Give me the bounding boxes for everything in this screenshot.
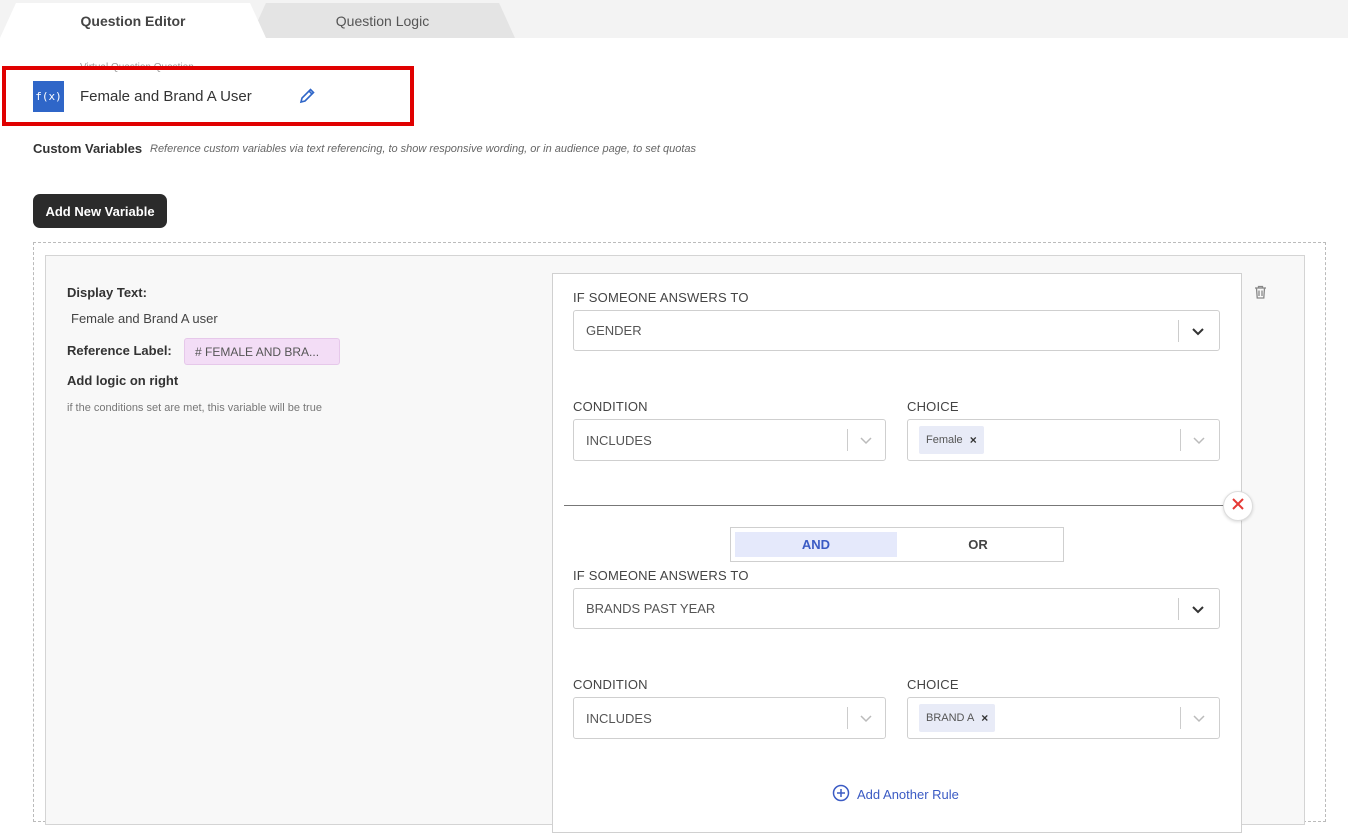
- rule-2-question-value: BRANDS PAST YEAR: [586, 601, 716, 616]
- custom-variables-hint: Reference custom variables via text refe…: [150, 143, 697, 155]
- rule-2-condition-select[interactable]: INCLUDES: [573, 697, 886, 739]
- or-option[interactable]: OR: [897, 532, 1059, 557]
- rule-2-question-select[interactable]: BRANDS PAST YEAR: [573, 588, 1220, 629]
- rule-1-question-select[interactable]: GENDER: [573, 310, 1220, 351]
- rule-1-question-value: GENDER: [586, 323, 642, 338]
- logic-hint: if the conditions set are met, this vari…: [67, 402, 322, 414]
- custom-variables-title: Custom Variables: [33, 141, 143, 156]
- rule-2-condition-label: CONDITION: [573, 677, 648, 692]
- chevron-down-icon: [1191, 432, 1207, 448]
- rule-1-condition-select[interactable]: INCLUDES: [573, 419, 886, 461]
- chevron-down-icon: [858, 432, 874, 448]
- remove-chip-icon[interactable]: ×: [981, 711, 988, 725]
- plus-circle-icon: [832, 784, 850, 805]
- chevron-down-icon: [1191, 710, 1207, 726]
- and-or-toggle: AND OR: [730, 527, 1064, 562]
- rule-1-choice-label: CHOICE: [907, 399, 959, 414]
- tab-question-logic[interactable]: Question Logic: [250, 3, 515, 38]
- highlight-box: [2, 66, 414, 126]
- tab-question-editor[interactable]: Question Editor: [0, 3, 266, 38]
- display-text-label: Display Text:: [67, 285, 147, 300]
- chevron-down-icon: [858, 710, 874, 726]
- rule-1-choice-select[interactable]: Female ×: [907, 419, 1220, 461]
- add-another-rule-link[interactable]: Add Another Rule: [832, 784, 959, 805]
- tab-bar: Question Logic Question Editor: [0, 0, 1348, 38]
- add-new-variable-button[interactable]: Add New Variable: [33, 194, 167, 228]
- rule-1-question-label: IF SOMEONE ANSWERS TO: [573, 290, 749, 305]
- rule-divider: [564, 505, 1240, 506]
- reference-label-chip[interactable]: # FEMALE AND BRA...: [184, 338, 340, 365]
- chevron-down-icon: [1190, 323, 1206, 339]
- rule-1-condition-label: CONDITION: [573, 399, 648, 414]
- choice-chip-label: Female: [926, 434, 963, 446]
- reference-label: Reference Label:: [67, 343, 172, 358]
- and-option[interactable]: AND: [735, 532, 897, 557]
- trash-icon[interactable]: [1253, 284, 1268, 300]
- choice-chip: Female ×: [919, 426, 984, 454]
- remove-chip-icon[interactable]: ×: [970, 433, 977, 447]
- add-another-rule-label: Add Another Rule: [857, 787, 959, 802]
- logic-heading: Add logic on right: [67, 373, 179, 388]
- chevron-down-icon: [1190, 601, 1206, 617]
- close-icon: [1231, 497, 1245, 516]
- rule-2-choice-label: CHOICE: [907, 677, 959, 692]
- rule-2-condition-value: INCLUDES: [586, 710, 652, 726]
- rule-2-choice-select[interactable]: BRAND A ×: [907, 697, 1220, 739]
- rule-2-question-label: IF SOMEONE ANSWERS TO: [573, 568, 749, 583]
- display-text-value[interactable]: Female and Brand A user: [71, 311, 218, 326]
- choice-chip-label: BRAND A: [926, 712, 975, 724]
- rule-1-condition-value: INCLUDES: [586, 432, 652, 448]
- remove-rule-button[interactable]: [1223, 491, 1253, 521]
- choice-chip: BRAND A ×: [919, 704, 996, 732]
